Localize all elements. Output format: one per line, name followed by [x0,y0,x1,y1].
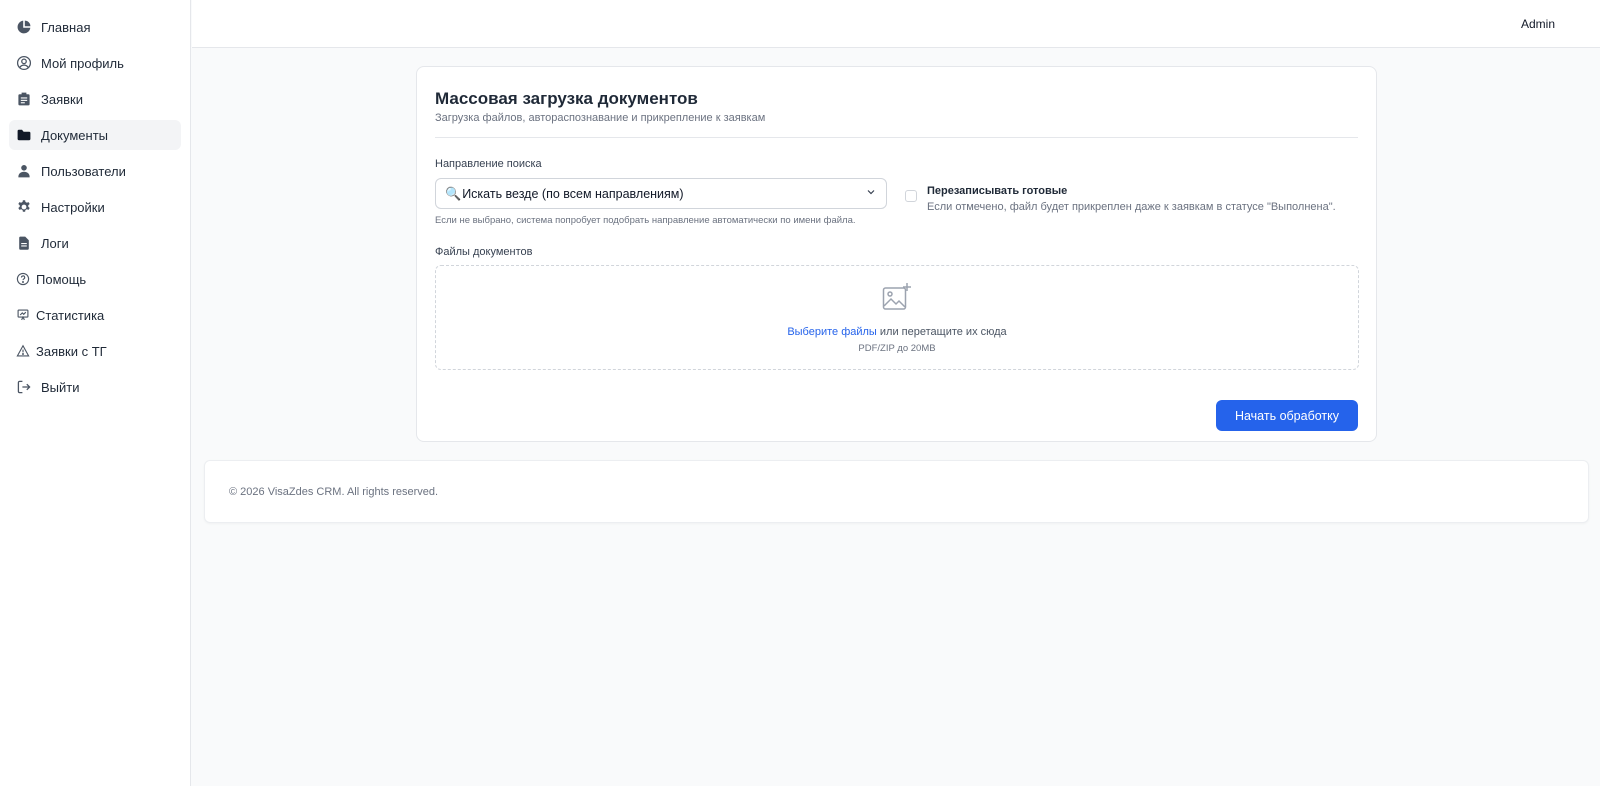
divider [435,137,1358,138]
sidebar-item-label: Пользователи [41,163,126,179]
sidebar-item-help[interactable]: Помощь [9,264,181,294]
options-row: Направление поиска 🔍 Искать везде (по вс… [435,158,1358,226]
sidebar-item-requests[interactable]: Заявки [9,84,181,114]
document-icon [16,235,32,251]
presentation-chart-icon [16,307,30,323]
dropzone-hint: PDF/ZIP до 20MB [858,343,936,354]
folder-icon [16,127,32,143]
gear-icon [16,199,32,215]
choose-files-link[interactable]: Выберите файлы [787,326,877,338]
sidebar: Главная Мой профиль Заявки Документы Пол… [0,0,191,786]
direction-field: Направление поиска 🔍 Искать везде (по вс… [435,158,887,226]
sidebar-item-tg-requests[interactable]: Заявки с ТГ [9,336,181,366]
sidebar-item-label: Документы [41,127,109,143]
dropzone-drag-text: или перетащите их сюда [876,326,1007,338]
sidebar-item-label: Помощь [36,271,87,287]
sidebar-item-statistics[interactable]: Статистика [9,300,181,330]
question-icon [16,271,30,287]
upload-card: Массовая загрузка документов Загрузка фа… [416,66,1377,442]
warning-triangle-icon [16,343,30,359]
sidebar-item-label: Настройки [41,199,105,215]
sidebar-item-documents[interactable]: Документы [9,120,181,150]
sidebar-item-label: Выйти [41,379,80,395]
sidebar-item-settings[interactable]: Настройки [9,192,181,222]
sidebar-item-label: Логи [41,235,69,251]
overwrite-title: Перезаписывать готовые [927,185,1068,197]
overwrite-option: Перезаписывать готовые Если отмечено, фа… [905,184,1336,226]
chevron-down-icon [865,186,877,201]
user-icon [16,163,32,179]
sidebar-item-profile[interactable]: Мой профиль [9,48,181,78]
sidebar-item-label: Статистика [36,307,105,323]
sidebar-item-label: Заявки с ТГ [36,343,107,359]
sidebar-item-label: Мой профиль [41,55,124,71]
sidebar-item-users[interactable]: Пользователи [9,156,181,186]
sidebar-item-home[interactable]: Главная [9,12,181,42]
direction-select-value: Искать везде (по всем направлениям) [462,186,684,201]
direction-label: Направление поиска [435,158,542,170]
direction-hint: Если не выбрано, система попробует подоб… [435,215,856,226]
overwrite-description: Если отмечено, файл будет прикреплен даж… [927,201,1336,213]
sidebar-item-label: Заявки [41,91,83,107]
top-bar: Admin [192,0,1600,48]
magnifier-icon: 🔍 [445,185,462,201]
sidebar-item-label: Главная [41,19,91,35]
dropzone-text: Выберите файлы или перетащите их сюда [787,326,1006,338]
sidebar-item-logs[interactable]: Логи [9,228,181,258]
form-actions: Начать обработку [435,400,1358,431]
footer: © 2026 VisaZdes CRM. All rights reserved… [204,460,1589,523]
file-dropzone[interactable]: Выберите файлы или перетащите их сюда PD… [435,265,1359,370]
footer-copyright: © 2026 VisaZdes CRM. All rights reserved… [229,486,439,498]
clipboard-icon [16,91,32,107]
page-subtitle: Загрузка файлов, автораспознавание и при… [435,112,766,124]
user-circle-icon [16,55,32,71]
files-label: Файлы документов [435,246,533,258]
user-menu[interactable]: Admin [1521,17,1555,31]
image-add-icon [881,281,913,318]
logout-icon [16,379,32,395]
page-title: Массовая загрузка документов [435,89,698,108]
overwrite-checkbox[interactable] [905,190,917,202]
pie-chart-icon [16,19,32,35]
sidebar-item-logout[interactable]: Выйти [9,372,181,402]
start-processing-button[interactable]: Начать обработку [1216,400,1358,431]
direction-select[interactable]: 🔍 Искать везде (по всем направлениям) [435,178,887,209]
